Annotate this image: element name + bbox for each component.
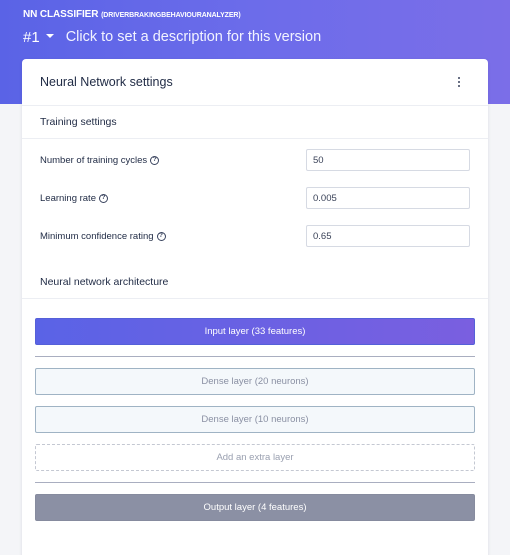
min-confidence-input[interactable] [306,225,470,247]
architecture-layers: Input layer (33 features) Dense layer (2… [22,299,488,521]
caret-down-icon[interactable] [45,34,54,38]
kebab-menu-icon[interactable] [454,75,464,89]
field-learning-rate: Learning rate ? [22,179,488,217]
help-icon[interactable]: ? [98,193,108,203]
layer-divider [35,356,475,357]
input-layer[interactable]: Input layer (33 features) [35,318,475,345]
add-layer-button[interactable]: Add an extra layer [35,444,475,471]
version-row: #1 Click to set a description for this v… [23,27,321,47]
field-label: Minimum confidence rating ? [40,231,166,242]
architecture-heading: Neural network architecture [22,265,488,299]
field-training-cycles: Number of training cycles ? [22,141,488,179]
app-subtitle: (DRIVERBRAKINGBEHAVIOURANALYZER) [101,12,241,19]
field-label: Number of training cycles ? [40,154,160,166]
card-header: Neural Network settings [22,59,488,106]
output-layer[interactable]: Output layer (4 features) [35,494,475,521]
layer-divider [35,482,475,483]
training-fields: Number of training cycles ? Learning rat… [22,139,488,265]
training-settings-heading: Training settings [22,106,488,139]
app-title: NN CLASSIFIER (DRIVERBRAKINGBEHAVIOURANA… [23,9,241,20]
version-selector[interactable]: #1 [23,29,40,46]
learning-rate-input[interactable] [306,187,470,209]
training-cycles-label: Number of training cycles [40,154,148,166]
min-confidence-label: Minimum confidence rating [40,230,154,242]
app-title-text: NN CLASSIFIER [23,9,99,20]
nn-settings-card: Neural Network settings Training setting… [22,59,488,555]
help-icon[interactable]: ? [150,155,160,165]
version-description[interactable]: Click to set a description for this vers… [66,29,321,45]
dense-layer-1[interactable]: Dense layer (20 neurons) [35,368,475,395]
help-icon[interactable]: ? [156,231,166,241]
learning-rate-label: Learning rate [40,192,96,204]
field-min-confidence: Minimum confidence rating ? [22,217,488,255]
dense-layer-2[interactable]: Dense layer (10 neurons) [35,406,475,433]
field-label: Learning rate ? [40,193,108,204]
training-cycles-input[interactable] [306,149,470,171]
card-title: Neural Network settings [40,75,173,89]
